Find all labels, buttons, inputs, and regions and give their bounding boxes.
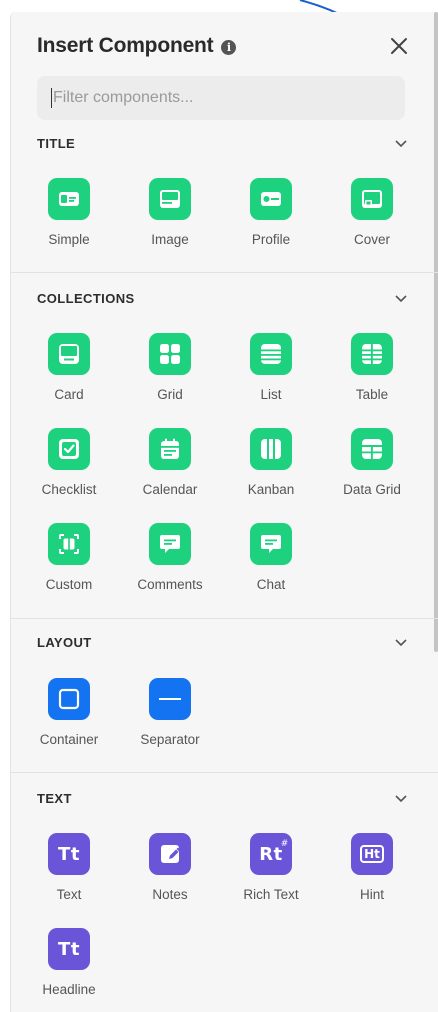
- component-custom[interactable]: Custom: [19, 523, 119, 603]
- section-header-layout[interactable]: LAYOUT: [37, 632, 408, 652]
- headline-icon: Tt: [48, 928, 90, 970]
- component-image[interactable]: Image: [120, 178, 220, 258]
- data-grid-icon: [351, 428, 393, 470]
- table-icon: [351, 333, 393, 375]
- section-header-collections[interactable]: COLLECTIONS: [37, 288, 408, 308]
- component-label: List: [260, 387, 282, 402]
- component-label: Kanban: [247, 482, 295, 497]
- section-header-text[interactable]: TEXT: [37, 788, 408, 808]
- component-label: Calendar: [142, 482, 198, 497]
- text-glyph: Tt: [58, 843, 80, 865]
- separator-icon: [149, 678, 191, 720]
- image-title-icon: [149, 178, 191, 220]
- headline-glyph: Tt: [58, 938, 80, 960]
- component-label: Comments: [137, 577, 203, 592]
- component-rich-text[interactable]: Rt # Rich Text: [221, 833, 321, 913]
- chevron-down-icon[interactable]: [394, 635, 408, 649]
- rich-text-glyph: Rt #: [259, 839, 288, 865]
- component-grid[interactable]: Grid: [120, 333, 220, 413]
- component-label: Headline: [42, 982, 96, 997]
- component-checklist[interactable]: Checklist: [19, 428, 119, 508]
- profile-title-icon: [250, 178, 292, 220]
- hint-glyph: Ht: [360, 845, 384, 863]
- component-label: Checklist: [41, 482, 97, 497]
- filter-components-input[interactable]: [53, 89, 383, 107]
- component-container[interactable]: Container: [19, 678, 119, 758]
- notes-icon: [149, 833, 191, 875]
- panel-header: Insert Component i: [37, 32, 414, 60]
- hint-icon: Ht: [351, 833, 393, 875]
- component-comments[interactable]: Comments: [120, 523, 220, 603]
- component-data-grid[interactable]: Data Grid: [322, 428, 422, 508]
- component-label: Text: [56, 887, 82, 902]
- component-label: Image: [151, 232, 189, 247]
- section-title: TITLE: [37, 135, 76, 151]
- section-title: TEXT: [37, 790, 72, 806]
- section-title: LAYOUT: [37, 634, 92, 650]
- grid-icon: [149, 333, 191, 375]
- component-label: Rich Text: [243, 887, 299, 902]
- section-divider: [11, 618, 438, 619]
- component-simple[interactable]: Simple: [19, 178, 119, 258]
- component-list[interactable]: List: [221, 333, 321, 413]
- simple-title-icon: [48, 178, 90, 220]
- section-header-title[interactable]: TITLE: [37, 133, 408, 153]
- card-icon: [48, 333, 90, 375]
- component-separator[interactable]: Separator: [120, 678, 220, 758]
- component-notes[interactable]: Notes: [120, 833, 220, 913]
- component-text[interactable]: Tt Text: [19, 833, 119, 913]
- component-calendar[interactable]: Calendar: [120, 428, 220, 508]
- filter-search-box[interactable]: [37, 76, 405, 120]
- component-label: Chat: [256, 577, 286, 592]
- component-label: Cover: [353, 232, 390, 247]
- component-label: Custom: [45, 577, 93, 592]
- component-hint[interactable]: Ht Hint: [322, 833, 422, 913]
- text-caret: [51, 88, 52, 108]
- component-label: Table: [355, 387, 389, 402]
- comments-icon: [149, 523, 191, 565]
- chevron-down-icon[interactable]: [394, 136, 408, 150]
- component-label: Hint: [359, 887, 384, 902]
- component-label: Profile: [251, 232, 291, 247]
- panel-title: Insert Component: [37, 34, 214, 57]
- component-label: Grid: [157, 387, 183, 402]
- component-label: Data Grid: [343, 482, 401, 497]
- kanban-icon: [250, 428, 292, 470]
- component-chat[interactable]: Chat: [221, 523, 321, 603]
- rich-text-icon: Rt #: [250, 833, 292, 875]
- component-table[interactable]: Table: [322, 333, 422, 413]
- custom-icon: [48, 523, 90, 565]
- component-label: Simple: [48, 232, 90, 247]
- section-title: COLLECTIONS: [37, 290, 135, 306]
- component-cover[interactable]: Cover: [322, 178, 422, 258]
- section-divider: [11, 272, 438, 273]
- component-card[interactable]: Card: [19, 333, 119, 413]
- close-icon[interactable]: [388, 35, 410, 57]
- component-label: Separator: [140, 732, 200, 747]
- chevron-down-icon[interactable]: [394, 791, 408, 805]
- container-icon: [48, 678, 90, 720]
- chat-icon: [250, 523, 292, 565]
- chevron-down-icon[interactable]: [394, 291, 408, 305]
- checklist-icon: [48, 428, 90, 470]
- component-label: Notes: [152, 887, 188, 902]
- section-divider: [11, 772, 438, 773]
- calendar-icon: [149, 428, 191, 470]
- rich-text-glyph-text: Rt: [259, 843, 283, 865]
- insert-component-panel: Insert Component i TITLE Simple Image Pr…: [10, 12, 438, 1012]
- cover-title-icon: [351, 178, 393, 220]
- component-label: Card: [54, 387, 84, 402]
- scrollbar[interactable]: [434, 12, 438, 652]
- text-icon: Tt: [48, 833, 90, 875]
- rich-text-superscript: #: [280, 838, 289, 849]
- component-profile[interactable]: Profile: [221, 178, 321, 258]
- component-headline[interactable]: Tt Headline: [19, 928, 119, 1008]
- info-icon[interactable]: i: [221, 39, 237, 55]
- component-label: Container: [39, 732, 99, 747]
- component-kanban[interactable]: Kanban: [221, 428, 321, 508]
- list-icon: [250, 333, 292, 375]
